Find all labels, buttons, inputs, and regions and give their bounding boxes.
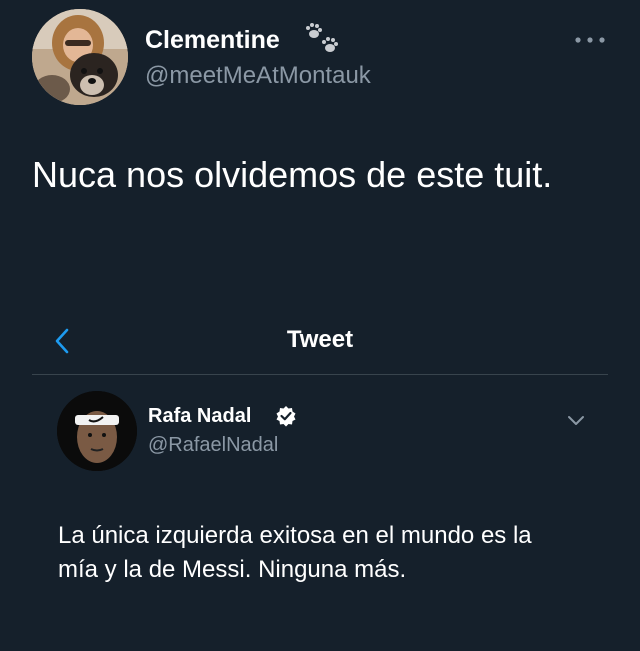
quoted-avatar[interactable] xyxy=(57,391,137,471)
avatar[interactable] xyxy=(32,9,128,105)
author-handle[interactable]: @meetMeAtMontauk xyxy=(145,62,371,90)
quoted-tweet-text: La única izquierda exitosa en el mundo e… xyxy=(58,522,532,583)
tweet-text: Nuca nos olvidemos de este tuit. xyxy=(32,154,553,195)
quoted-author-name[interactable]: Rafa Nadal xyxy=(148,405,251,428)
page-title: Tweet xyxy=(286,326,354,353)
quoted-author-handle[interactable]: @RafaelNadal xyxy=(148,434,278,457)
verified-badge-icon xyxy=(276,406,296,427)
chevron-down-icon[interactable] xyxy=(566,414,586,428)
divider xyxy=(32,374,608,375)
author-name[interactable]: Clementine xyxy=(145,26,280,55)
paw-prints-icon xyxy=(306,23,338,52)
more-horizontal-icon[interactable] xyxy=(573,34,607,46)
